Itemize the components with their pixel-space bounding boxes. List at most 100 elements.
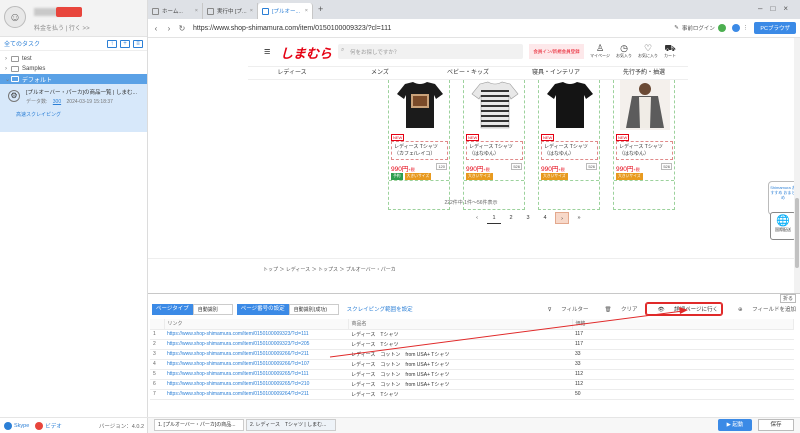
row-link[interactable]: https://www.shop-shimamura.com/item/0150…	[164, 389, 348, 400]
table-row[interactable]: 2 https://www.shop-shimamura.com/item/015…	[150, 339, 794, 350]
mypage-button[interactable]: ♙ マイページ	[590, 43, 610, 59]
category-mens[interactable]: メンズ	[336, 67, 424, 79]
menu-icon[interactable]: ≡	[133, 39, 143, 48]
bottom-tab-list[interactable]: 1. [プルオーバー・パーカ]の商品...	[154, 419, 244, 431]
scrollbar[interactable]	[794, 38, 800, 293]
site-search-input[interactable]: ⌕ 何をお探しですか？	[338, 44, 523, 59]
skype-link[interactable]: Skype	[14, 423, 29, 429]
icon-label: カート	[664, 53, 676, 58]
row-link[interactable]: https://www.shop-shimamura.com/item/0150…	[164, 359, 348, 370]
page-prev[interactable]: ‹	[470, 212, 484, 224]
row-link[interactable]: https://www.shop-shimamura.com/item/0150…	[164, 329, 348, 340]
scrollbar-thumb[interactable]	[795, 198, 799, 268]
table-row[interactable]: 4 https://www.shop-shimamura.com/item/015…	[150, 359, 794, 370]
new-task-icon[interactable]: +	[120, 39, 130, 48]
bottom-tab-detail[interactable]: 2. レディース Tシャツ | しまむ...	[246, 419, 336, 431]
row-link[interactable]: https://www.shop-shimamura.com/item/0150…	[164, 339, 348, 350]
row-link[interactable]: https://www.shop-shimamura.com/item/0150…	[164, 349, 348, 360]
product-card[interactable]: NEW レディース Tシャツ（はなゆん） 990円+税 526 大きいサイズ	[538, 80, 600, 210]
table-row[interactable]: 7 https://www.shop-shimamura.com/item/015…	[150, 389, 794, 400]
back-icon[interactable]: ‹	[151, 24, 161, 33]
tab-label: 実行中 [プ...	[217, 9, 247, 15]
page-next[interactable]: ›	[555, 212, 569, 224]
person-icon[interactable]	[731, 24, 740, 32]
tab-current[interactable]: [プルオー... ×	[258, 3, 313, 19]
product-name[interactable]: レディース Tシャツ（カフェ/レイコ）	[391, 141, 448, 160]
table-row[interactable]: 3 https://www.shop-shimamura.com/item/015…	[150, 349, 794, 360]
folder-samples[interactable]: › Samples	[0, 64, 147, 74]
product-image[interactable]	[545, 80, 595, 130]
start-button[interactable]: ▶ 起動	[718, 419, 752, 431]
member-promo-button[interactable]: 会員イン/新規会員登録	[529, 44, 584, 59]
paging-select[interactable]: 自動識別(成功)	[288, 303, 339, 315]
table-row[interactable]: 5 https://www.shop-shimamura.com/item/015…	[150, 369, 794, 380]
close-icon[interactable]: ×	[250, 8, 253, 14]
column-header[interactable]: 商品名	[348, 319, 573, 330]
row-price: 112	[572, 379, 794, 390]
task-item[interactable]: ⚙ [プルオーバー・パーカ]の商品一覧 | しまむ... データ数: 300 2…	[0, 84, 147, 132]
international-shipping-button[interactable]: 🌐 国際配送	[770, 212, 796, 240]
category-interior[interactable]: 寝具・インテリア	[512, 67, 600, 79]
page-type-select[interactable]: 自動識別	[192, 303, 233, 315]
more-icon[interactable]: ⋮	[743, 25, 749, 31]
category-kids[interactable]: ベビー・キッズ	[424, 67, 512, 79]
new-tab-icon[interactable]: +	[318, 4, 323, 14]
video-link[interactable]: ビデオ	[45, 422, 62, 430]
product-card[interactable]: NEW レディース Tシャツ（はなゆん） 990円+税 526 大きいサイズ	[613, 80, 675, 210]
page-last[interactable]: »	[572, 212, 586, 224]
product-tags: 予約 大きいサイズ	[391, 173, 433, 180]
pc-browser-button[interactable]: PCブラウザ	[754, 22, 796, 34]
filter-button[interactable]: ⊽ フィルター	[540, 305, 589, 313]
product-image[interactable]	[395, 80, 445, 130]
folder-test[interactable]: › test	[0, 54, 147, 64]
product-card[interactable]: NEW レディース Tシャツ（カフェ/レイコ） 990円+税 120 予約 大き…	[388, 80, 450, 210]
column-header[interactable]: 価格	[572, 319, 794, 330]
product-name[interactable]: レディース Tシャツ（はなゆん）	[466, 141, 523, 160]
tab-home[interactable]: ホーム... ×	[148, 3, 203, 19]
task-data-count[interactable]: 300	[53, 99, 61, 105]
price-value: 990円	[391, 166, 409, 173]
table-row[interactable]: 6 https://www.shop-shimamura.com/item/015…	[150, 379, 794, 390]
upload-icon[interactable]: ↑	[107, 39, 117, 48]
product-name[interactable]: レディース Tシャツ（はなゆん）	[541, 141, 598, 160]
scrape-range-link[interactable]: スクレイピング範囲を設定	[347, 305, 413, 313]
close-icon[interactable]: ×	[195, 8, 198, 14]
favorites-button[interactable]: ♡ お気に入り	[638, 43, 658, 59]
forward-icon[interactable]: ›	[164, 24, 174, 33]
page-1[interactable]: 1	[487, 212, 501, 224]
pay-link[interactable]: 料金を払う | 行く >>	[34, 23, 90, 32]
save-button[interactable]: 保存	[758, 419, 794, 431]
add-field-button[interactable]: ⊕ フィールドを追加	[730, 305, 796, 313]
page-2[interactable]: 2	[504, 212, 518, 224]
page-4[interactable]: 4	[538, 212, 552, 224]
history-button[interactable]: ◷ お気入り	[614, 43, 634, 59]
folder-default[interactable]: ⌄ デフォルト	[0, 74, 147, 84]
site-header: ≡ しまむら ⌕ 何をお探しですか？ 会員イン/新規会員登録 ♙ マイページ ◷ お…	[148, 38, 794, 66]
login-button[interactable]: 事前ログイン	[682, 24, 715, 32]
close-icon[interactable]: ×	[305, 8, 308, 14]
product-card[interactable]: NEW レディース Tシャツ（はなゆん） 990円+税 526 大きいサイズ	[463, 80, 525, 210]
row-index: 2	[150, 339, 164, 350]
table-row[interactable]: 1 https://www.shop-shimamura.com/item/015…	[150, 329, 794, 340]
hamburger-icon[interactable]: ≡	[264, 46, 270, 58]
reload-icon[interactable]: ↻	[177, 24, 187, 33]
url-input[interactable]: https://www.shop-shimamura.com/item/0150…	[193, 25, 674, 32]
row-link[interactable]: https://www.shop-shimamura.com/item/0150…	[164, 369, 348, 380]
column-header[interactable]: リンク	[164, 319, 349, 330]
row-link[interactable]: https://www.shop-shimamura.com/item/0150…	[164, 379, 348, 390]
product-name[interactable]: レディース Tシャツ（はなゆん）	[616, 141, 673, 160]
breadcrumb[interactable]: トップ ＞ レディース ＞ トップス ＞ プルオーバー・パーカ	[263, 266, 396, 273]
page-3[interactable]: 3	[521, 212, 535, 224]
category-preorder[interactable]: 先行予約・抽選	[600, 67, 688, 79]
site-logo[interactable]: しまむら	[280, 43, 332, 62]
product-image[interactable]	[470, 80, 520, 130]
category-ladies[interactable]: レディース	[248, 67, 336, 79]
product-image[interactable]	[620, 80, 670, 130]
edit-icon[interactable]: ✎	[674, 25, 679, 31]
window-controls[interactable]: –□×	[758, 4, 796, 13]
goto-detail-button[interactable]: 👁 詳細ページに行く	[644, 302, 723, 316]
clear-button[interactable]: 🗑 クリア	[597, 305, 638, 313]
avatar[interactable]: ☺	[4, 6, 26, 28]
tab-running[interactable]: 実行中 [プ... ×	[203, 3, 258, 19]
cart-button[interactable]: ⛟ カート	[660, 43, 680, 59]
